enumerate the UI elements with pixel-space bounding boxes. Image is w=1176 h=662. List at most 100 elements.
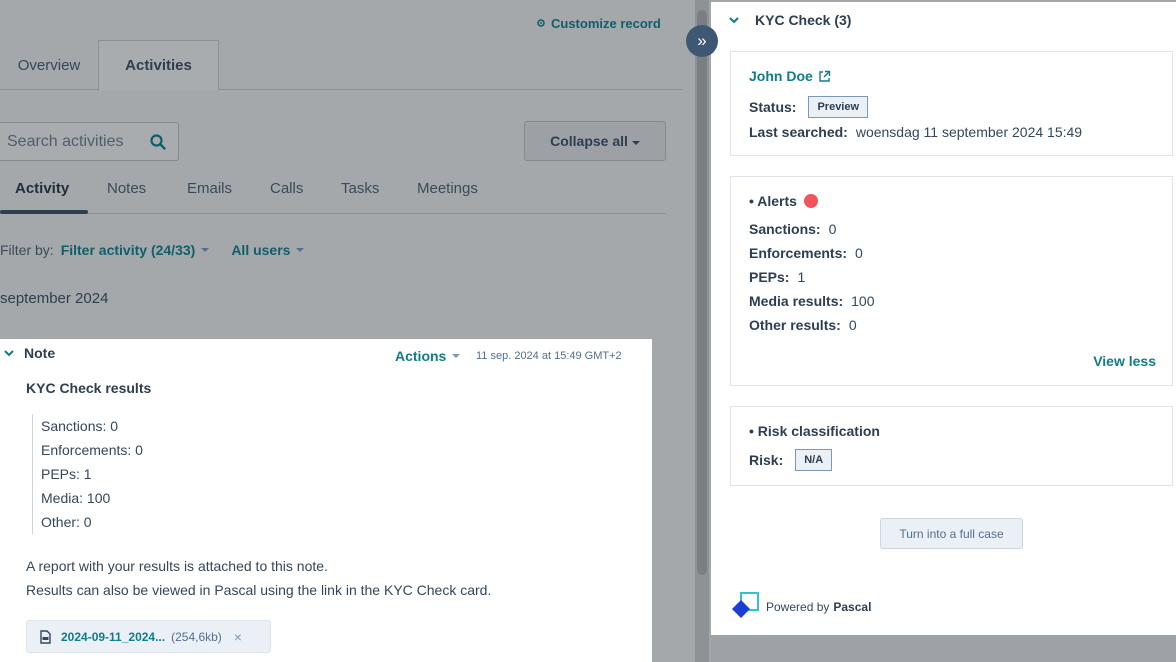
list-item: Other: 0 xyxy=(41,514,92,530)
alert-row: Enforcements: 0 xyxy=(749,245,863,261)
remove-attachment-icon[interactable]: × xyxy=(234,629,242,645)
subtab-calls[interactable]: Calls xyxy=(270,180,303,197)
pdf-file-icon xyxy=(40,629,51,644)
note-actions-label: Actions xyxy=(395,348,447,364)
note-header[interactable]: Note xyxy=(4,345,55,361)
alerts-title-row: • Alerts xyxy=(749,193,818,209)
note-title: KYC Check results xyxy=(26,380,152,396)
powered-by: Powered by Pascal xyxy=(731,592,871,622)
search-icon[interactable] xyxy=(144,128,172,156)
record-tabs: Overview Activities xyxy=(0,40,682,91)
expand-panel-icon[interactable]: » xyxy=(686,25,718,57)
list-item: PEPs: 1 xyxy=(41,466,92,482)
person-link[interactable]: John Doe xyxy=(749,68,831,84)
collapse-all-label: Collapse all xyxy=(550,133,628,149)
subtab-meetings[interactable]: Meetings xyxy=(417,180,478,197)
collapse-all-button[interactable]: Collapse all xyxy=(524,121,666,161)
alerts-card: • Alerts Sanctions: 0 Enforcements: 0 PE… xyxy=(730,176,1173,386)
alert-label: PEPs: xyxy=(749,269,790,285)
alert-value: 1 xyxy=(797,269,806,285)
search-activities-input[interactable]: Search activities xyxy=(0,122,179,161)
filter-users-dropdown[interactable]: All users xyxy=(231,242,305,258)
last-searched-row: Last searched: woensdag 11 september 202… xyxy=(749,124,1082,140)
alert-row: Other results: 0 xyxy=(749,317,857,333)
person-name: John Doe xyxy=(749,68,813,84)
activity-subtabs: Activity Notes Emails Calls Tasks Meetin… xyxy=(0,172,666,214)
alert-value: 0 xyxy=(848,317,857,333)
kyc-check-header[interactable]: KYC Check (3) xyxy=(729,12,851,28)
alert-value: 100 xyxy=(851,293,875,309)
pascal-logo-icon xyxy=(731,592,763,622)
caret-down-icon xyxy=(452,354,461,358)
alert-label: Other results: xyxy=(749,317,841,333)
attachment-size: (254,6kb) xyxy=(171,629,222,644)
status-badge: Preview xyxy=(808,96,869,118)
chevron-down-icon[interactable] xyxy=(729,16,739,24)
list-item: Enforcements: 0 xyxy=(41,442,143,458)
external-link-icon xyxy=(819,70,830,82)
note-timestamp: 11 sep. 2024 at 15:49 GMT+2 xyxy=(476,350,622,362)
subtab-activity[interactable]: Activity xyxy=(15,180,69,197)
scrollbar-thumb[interactable] xyxy=(697,10,707,575)
alert-label: Sanctions: xyxy=(749,221,821,237)
alert-row: PEPs: 1 xyxy=(749,269,805,285)
caret-down-icon xyxy=(631,133,640,149)
month-heading: september 2024 xyxy=(0,290,109,307)
note-actions-dropdown[interactable]: Actions xyxy=(395,348,461,364)
attachment-chip[interactable]: 2024-09-11_2024... (254,6kb) × xyxy=(26,620,271,653)
alert-value: 0 xyxy=(855,245,863,261)
note-type: Note xyxy=(24,345,56,361)
note-paragraph: Results can also be viewed in Pascal usi… xyxy=(26,582,492,598)
subtab-notes[interactable]: Notes xyxy=(107,180,146,197)
record-scrollbar[interactable] xyxy=(695,0,709,662)
risk-card: • Risk classification Risk: N/A xyxy=(730,406,1173,486)
status-row: Status: Preview xyxy=(749,96,869,118)
customize-record-label: Customize record xyxy=(551,16,661,31)
risk-label: Risk: xyxy=(749,452,784,468)
list-item: Media: 100 xyxy=(41,490,111,506)
risk-title: • Risk classification xyxy=(749,423,880,439)
kyc-check-title: KYC Check (3) xyxy=(755,12,852,28)
kyc-note-card: Note Actions 11 sep. 2024 at 15:49 GMT+2… xyxy=(0,339,652,662)
alert-row: Media results: 100 xyxy=(749,293,875,309)
alert-value: 0 xyxy=(828,221,837,237)
attachment-name[interactable]: 2024-09-11_2024... xyxy=(61,630,165,644)
customize-record-link[interactable]: Customize record xyxy=(536,16,661,31)
status-label: Status: xyxy=(749,99,797,115)
last-searched-label: Last searched: xyxy=(749,124,848,140)
alert-indicator xyxy=(803,194,818,208)
alert-label: Enforcements: xyxy=(749,245,848,261)
powered-by-label: Powered by xyxy=(766,600,830,614)
kyc-check-panel: KYC Check (3) John Doe Status: Preview L… xyxy=(711,2,1176,635)
person-card: John Doe Status: Preview Last searched: … xyxy=(730,51,1173,156)
note-paragraph: A report with your results is attached t… xyxy=(26,558,328,574)
risk-row: Risk: N/A xyxy=(749,449,833,471)
tab-overview[interactable]: Overview xyxy=(0,40,98,90)
filter-label: Filter by: xyxy=(0,242,54,258)
brand-name: Pascal xyxy=(833,600,872,614)
caret-down-icon xyxy=(296,248,305,252)
alert-row: Sanctions: 0 xyxy=(749,221,836,237)
tab-activities[interactable]: Activities xyxy=(98,40,219,91)
search-placeholder: Search activities xyxy=(7,132,124,150)
filter-users-label: All users xyxy=(231,242,291,258)
alerts-title: • Alerts xyxy=(749,193,797,209)
note-results-list: Sanctions: 0 Enforcements: 0 PEPs: 1 Med… xyxy=(32,414,143,534)
subtab-tasks[interactable]: Tasks xyxy=(341,180,379,197)
filter-activity-dropdown[interactable]: Filter activity (24/33) xyxy=(61,242,210,258)
risk-badge: N/A xyxy=(795,449,833,471)
caret-down-icon xyxy=(201,248,210,252)
gear-icon xyxy=(536,16,546,31)
panel-footer-strip xyxy=(711,635,1176,662)
subtab-emails[interactable]: Emails xyxy=(187,180,232,197)
turn-into-case-button[interactable]: Turn into a full case xyxy=(880,518,1023,549)
risk-title-row: • Risk classification xyxy=(749,423,888,439)
last-searched-value: woensdag 11 september 2024 15:49 xyxy=(855,124,1083,140)
chevron-down-icon[interactable] xyxy=(4,349,14,357)
active-subtab-indicator xyxy=(0,210,88,214)
view-less-link[interactable]: View less xyxy=(1093,353,1156,369)
alert-label: Media results: xyxy=(749,293,844,309)
list-item: Sanctions: 0 xyxy=(41,418,119,434)
filter-bar: Filter by: Filter activity (24/33) All u… xyxy=(0,242,326,258)
filter-activity-label: Filter activity (24/33) xyxy=(60,242,196,258)
